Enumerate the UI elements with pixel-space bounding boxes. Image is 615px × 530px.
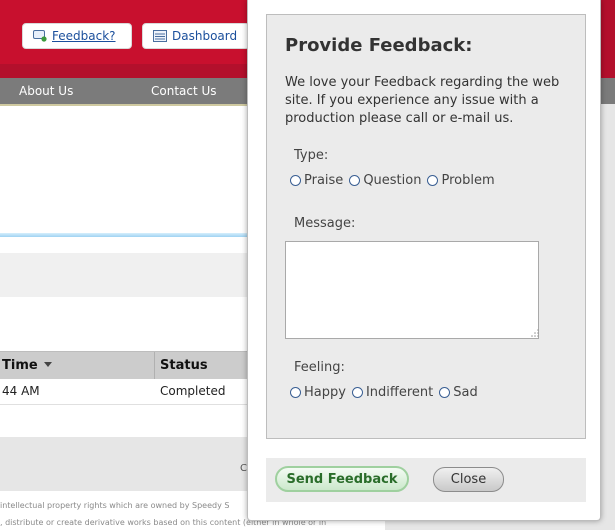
dialog-title: Provide Feedback:	[285, 35, 473, 56]
nav-contact-us[interactable]: Contact Us	[151, 84, 217, 98]
toolbar-band	[0, 253, 260, 297]
type-option-question[interactable]: Question	[349, 173, 421, 188]
radio-icon[interactable]	[427, 175, 439, 186]
close-button[interactable]: Close	[433, 467, 504, 492]
type-option-praise[interactable]: Praise	[290, 173, 343, 188]
radio-icon[interactable]	[290, 175, 301, 186]
type-radio-group: Praise Question Problem	[290, 173, 501, 188]
feedback-link-label: Feedback?	[52, 29, 116, 43]
radio-icon[interactable]	[439, 387, 451, 398]
content-divider	[0, 233, 260, 237]
cell-status: Completed	[160, 384, 226, 398]
send-feedback-button[interactable]: Send Feedback	[275, 466, 409, 492]
dialog-description: We love your Feedback regarding the web …	[285, 75, 560, 126]
table-row[interactable]: 44 AM Completed	[0, 379, 260, 405]
dashboard-button[interactable]: Dashboard	[142, 23, 250, 49]
column-header-status[interactable]: Status	[160, 358, 208, 373]
feeling-option-indifferent[interactable]: Indifferent	[351, 385, 433, 400]
feeling-label: Feeling:	[294, 360, 345, 375]
radio-icon[interactable]	[351, 387, 363, 398]
feeling-radio-group: Happy Indifferent Sad	[290, 385, 484, 400]
feedback-icon	[33, 30, 47, 42]
sort-arrow-icon	[43, 362, 52, 367]
cell-time: 44 AM	[2, 384, 40, 398]
feeling-option-happy[interactable]: Happy	[290, 385, 346, 400]
type-label: Type:	[294, 148, 329, 163]
column-header-time[interactable]: Time	[2, 358, 52, 373]
dialog-button-bar: Send Feedback Close	[266, 458, 586, 502]
radio-icon[interactable]	[290, 387, 301, 398]
column-divider	[154, 352, 155, 380]
message-label: Message:	[294, 216, 356, 231]
radio-icon[interactable]	[349, 175, 361, 186]
type-option-problem[interactable]: Problem	[427, 173, 495, 188]
table-header: Time Status	[0, 351, 260, 380]
nav-about-us[interactable]: About Us	[19, 84, 73, 98]
feedback-dialog: Provide Feedback: We love your Feedback …	[247, 0, 601, 521]
message-textarea[interactable]	[285, 241, 539, 339]
resize-grip-icon[interactable]	[531, 329, 539, 337]
dashboard-label: Dashboard	[172, 29, 238, 43]
dashboard-icon	[153, 30, 167, 42]
feedback-form-panel: Provide Feedback: We love your Feedback …	[266, 14, 586, 439]
feedback-link-button[interactable]: Feedback?	[22, 23, 132, 49]
feeling-option-sad[interactable]: Sad	[439, 385, 478, 400]
footer-text: C	[240, 463, 247, 474]
